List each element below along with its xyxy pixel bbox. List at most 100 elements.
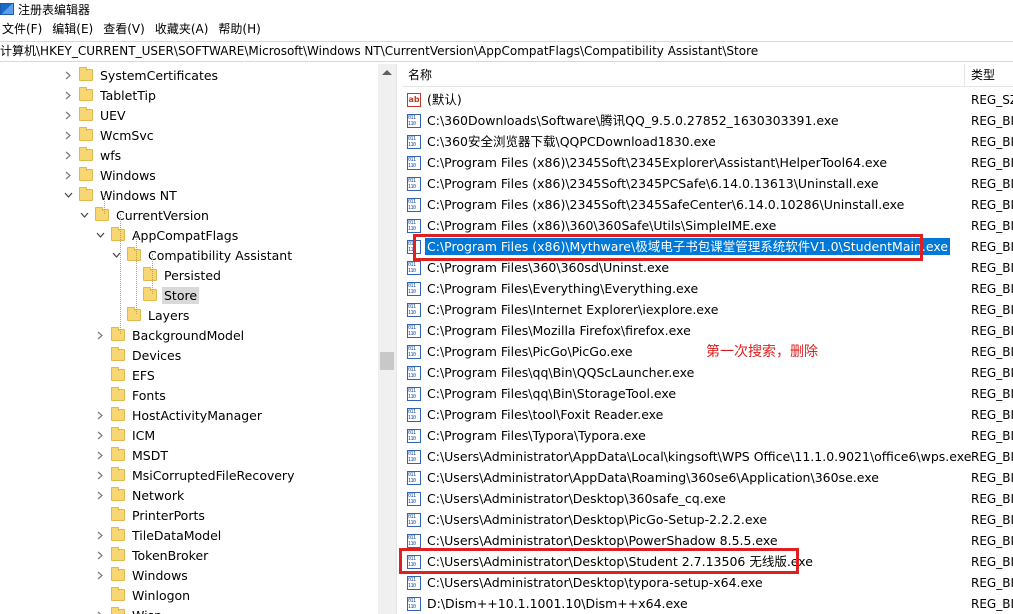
list-row[interactable]: C:\Program Files\Internet Explorer\iexpl…	[402, 299, 1013, 320]
chevron-right-icon[interactable]	[95, 405, 105, 425]
chevron-right-icon[interactable]	[63, 125, 73, 145]
menu-favorites[interactable]: 收藏夹(A)	[152, 19, 216, 39]
binary-value-icon	[407, 176, 421, 191]
regedit-app-icon	[0, 3, 14, 15]
tree-item[interactable]: MsiCorruptedFileRecovery	[95, 465, 296, 485]
binary-value-icon	[407, 386, 421, 401]
chevron-right-icon[interactable]	[95, 525, 105, 545]
chevron-right-icon[interactable]	[95, 565, 105, 585]
tree-item-label: Persisted	[164, 267, 221, 283]
tree-item[interactable]: TabletTip	[63, 85, 158, 105]
value-name: C:\Users\Administrator\Desktop\typora-se…	[427, 575, 763, 590]
list-row[interactable]: C:\Program Files (x86)\2345Soft\2345PCSa…	[402, 173, 1013, 194]
list-row[interactable]: ab (默认) REG_SZ	[402, 89, 1013, 110]
folder-icon	[79, 127, 93, 141]
list-row[interactable]: C:\Users\Administrator\Desktop\PicGo-Set…	[402, 509, 1013, 530]
tree-item[interactable]: PrinterPorts	[95, 505, 207, 525]
column-header-type[interactable]: 类型	[967, 64, 1013, 87]
tree-item[interactable]: Windows	[63, 165, 158, 185]
chevron-right-icon[interactable]	[95, 425, 105, 445]
list-row[interactable]: C:\360安全浏览器下载\QQPCDownload1830.exe REG_BI	[402, 131, 1013, 152]
chevron-down-icon[interactable]	[95, 225, 105, 245]
list-row[interactable]: C:\Program Files (x86)\360\360Safe\Utils…	[402, 215, 1013, 236]
value-name: C:\Users\Administrator\AppData\Local\kin…	[427, 449, 972, 464]
chevron-right-icon[interactable]	[95, 485, 105, 505]
list-row[interactable]: C:\Users\Administrator\Desktop\360safe_c…	[402, 488, 1013, 509]
chevron-right-icon[interactable]	[95, 325, 105, 345]
chevron-right-icon[interactable]	[63, 105, 73, 125]
menu-view[interactable]: 查看(V)	[100, 19, 152, 39]
tree-item[interactable]: CurrentVersion	[79, 205, 211, 225]
menu-file[interactable]: 文件(F)	[0, 19, 49, 39]
chevron-right-icon[interactable]	[63, 85, 73, 105]
chevron-right-icon[interactable]	[95, 545, 105, 565]
list-row[interactable]: C:\Program Files\qq\Bin\QQScLauncher.exe…	[402, 362, 1013, 383]
tree-item[interactable]: Network	[95, 485, 186, 505]
folder-icon	[111, 347, 125, 361]
menu-edit[interactable]: 编辑(E)	[49, 19, 100, 39]
tree-item-label: Windows NT	[100, 187, 177, 203]
tree-item[interactable]: Persisted	[127, 265, 223, 285]
value-name: C:\Program Files\tool\Foxit Reader.exe	[427, 407, 664, 422]
tree-scrollbar[interactable]	[378, 64, 396, 614]
chevron-down-icon[interactable]	[63, 185, 73, 205]
tree-item[interactable]: Wisp	[95, 605, 164, 614]
address-bar[interactable]: 计算机\HKEY_CURRENT_USER\SOFTWARE\Microsoft…	[0, 41, 1013, 62]
chevron-right-icon[interactable]	[95, 465, 105, 485]
tree-item[interactable]: Store	[127, 285, 200, 305]
list-row[interactable]: C:\Program Files\Mozilla Firefox\firefox…	[402, 320, 1013, 341]
chevron-right-icon[interactable]	[63, 165, 73, 185]
tree-item[interactable]: AppCompatFlags	[95, 225, 240, 245]
tree-item[interactable]: Fonts	[95, 385, 168, 405]
tree-item-label: Windows	[132, 567, 188, 583]
tree-item[interactable]: TokenBroker	[95, 545, 210, 565]
value-name: C:\Users\Administrator\Desktop\PicGo-Set…	[427, 512, 768, 527]
tree-guide-line	[104, 194, 105, 214]
chevron-down-icon[interactable]	[79, 205, 89, 225]
tree-item[interactable]: Windows NT	[63, 185, 179, 205]
tree-item[interactable]: UEV	[63, 105, 128, 125]
tree-item[interactable]: HostActivityManager	[95, 405, 264, 425]
tree-item[interactable]: EFS	[95, 365, 157, 385]
tree-item[interactable]: Winlogon	[95, 585, 192, 605]
value-name: C:\Program Files\Mozilla Firefox\firefox…	[427, 323, 691, 338]
tree-item[interactable]: MSDT	[95, 445, 170, 465]
list-row[interactable]: C:\Program Files\Everything\Everything.e…	[402, 278, 1013, 299]
list-row[interactable]: C:\Users\Administrator\Desktop\typora-se…	[402, 572, 1013, 593]
list-row[interactable]: C:\360Downloads\Software\腾讯QQ_9.5.0.2785…	[402, 110, 1013, 131]
column-header-name[interactable]: 名称	[402, 64, 965, 87]
scroll-thumb[interactable]	[380, 352, 394, 370]
tree-item-label: wfs	[100, 147, 122, 163]
chevron-right-icon[interactable]	[95, 605, 105, 614]
list-row[interactable]: C:\Program Files\tool\Foxit Reader.exe RE…	[402, 404, 1013, 425]
chevron-right-icon[interactable]	[63, 145, 73, 165]
tree-item[interactable]: TileDataModel	[95, 525, 223, 545]
tree-item[interactable]: wfs	[63, 145, 123, 165]
chevron-right-icon[interactable]	[95, 445, 105, 465]
list-header: 名称 类型	[402, 64, 1013, 87]
tree-item-label: Fonts	[132, 387, 166, 403]
tree-item[interactable]: ICM	[95, 425, 157, 445]
list-row[interactable]: C:\Program Files\qq\Bin\StorageTool.exe R…	[402, 383, 1013, 404]
list-row[interactable]: C:\Users\Administrator\AppData\Roaming\3…	[402, 467, 1013, 488]
menu-help[interactable]: 帮助(H)	[215, 19, 267, 39]
value-type: REG_BI	[971, 533, 1013, 548]
chevron-right-icon[interactable]	[63, 65, 73, 85]
list-row[interactable]: C:\Program Files (x86)\2345Soft\2345Safe…	[402, 194, 1013, 215]
tree-item[interactable]: BackgroundModel	[95, 325, 246, 345]
scroll-up-arrow-icon[interactable]	[382, 70, 392, 75]
list-row[interactable]: C:\Program Files (x86)\2345Soft\2345Expl…	[402, 152, 1013, 173]
list-row[interactable]: C:\Program Files\Typora\Typora.exe REG_BI	[402, 425, 1013, 446]
list-row[interactable]: C:\Users\Administrator\AppData\Local\kin…	[402, 446, 1013, 467]
tree-item-label: PrinterPorts	[132, 507, 205, 523]
list-row[interactable]: D:\Dism++10.1.1001.10\Dism++x64.exe REG_B…	[402, 593, 1013, 614]
tree-item[interactable]: Layers	[111, 305, 191, 325]
folder-icon	[111, 447, 125, 461]
tree-item[interactable]: WcmSvc	[63, 125, 156, 145]
tree-item[interactable]: Compatibility Assistant	[111, 245, 294, 265]
tree-item[interactable]: Windows	[95, 565, 190, 585]
tree-item[interactable]: SystemCertificates	[63, 65, 220, 85]
tree-item[interactable]: Devices	[95, 345, 183, 365]
